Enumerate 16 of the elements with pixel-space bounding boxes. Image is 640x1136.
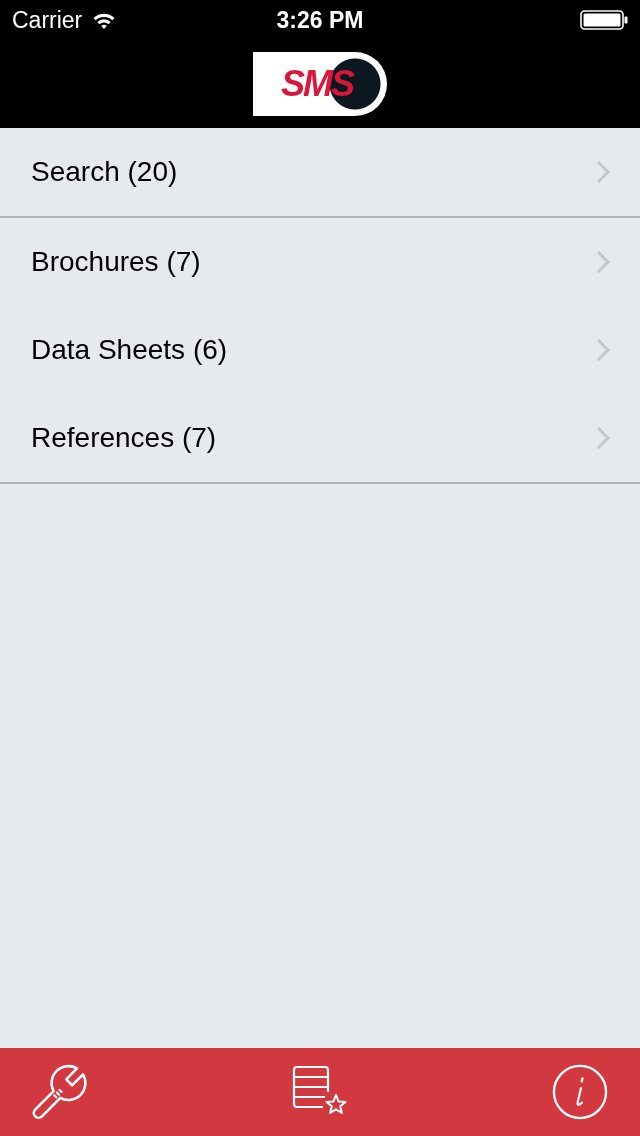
menu-item[interactable]: Data Sheets (6) [0, 306, 640, 394]
chevron-icon [597, 339, 610, 361]
battery-icon [580, 10, 628, 30]
wrench-icon [32, 1064, 88, 1120]
chevron-icon [597, 161, 610, 183]
menu-item[interactable]: References (7) [0, 394, 640, 482]
menu-item[interactable]: Search (20) [0, 128, 640, 216]
wifi-icon [92, 11, 117, 29]
info-icon [552, 1064, 608, 1120]
tab-button[interactable] [30, 1062, 90, 1122]
status-time: 3:26 PM [276, 6, 364, 34]
menu-item[interactable]: Brochures (7) [0, 218, 640, 306]
chevron-icon [597, 251, 610, 273]
tab-button[interactable] [550, 1062, 610, 1122]
carrier-name: Carrier [12, 6, 83, 34]
chevron-icon [597, 427, 610, 449]
